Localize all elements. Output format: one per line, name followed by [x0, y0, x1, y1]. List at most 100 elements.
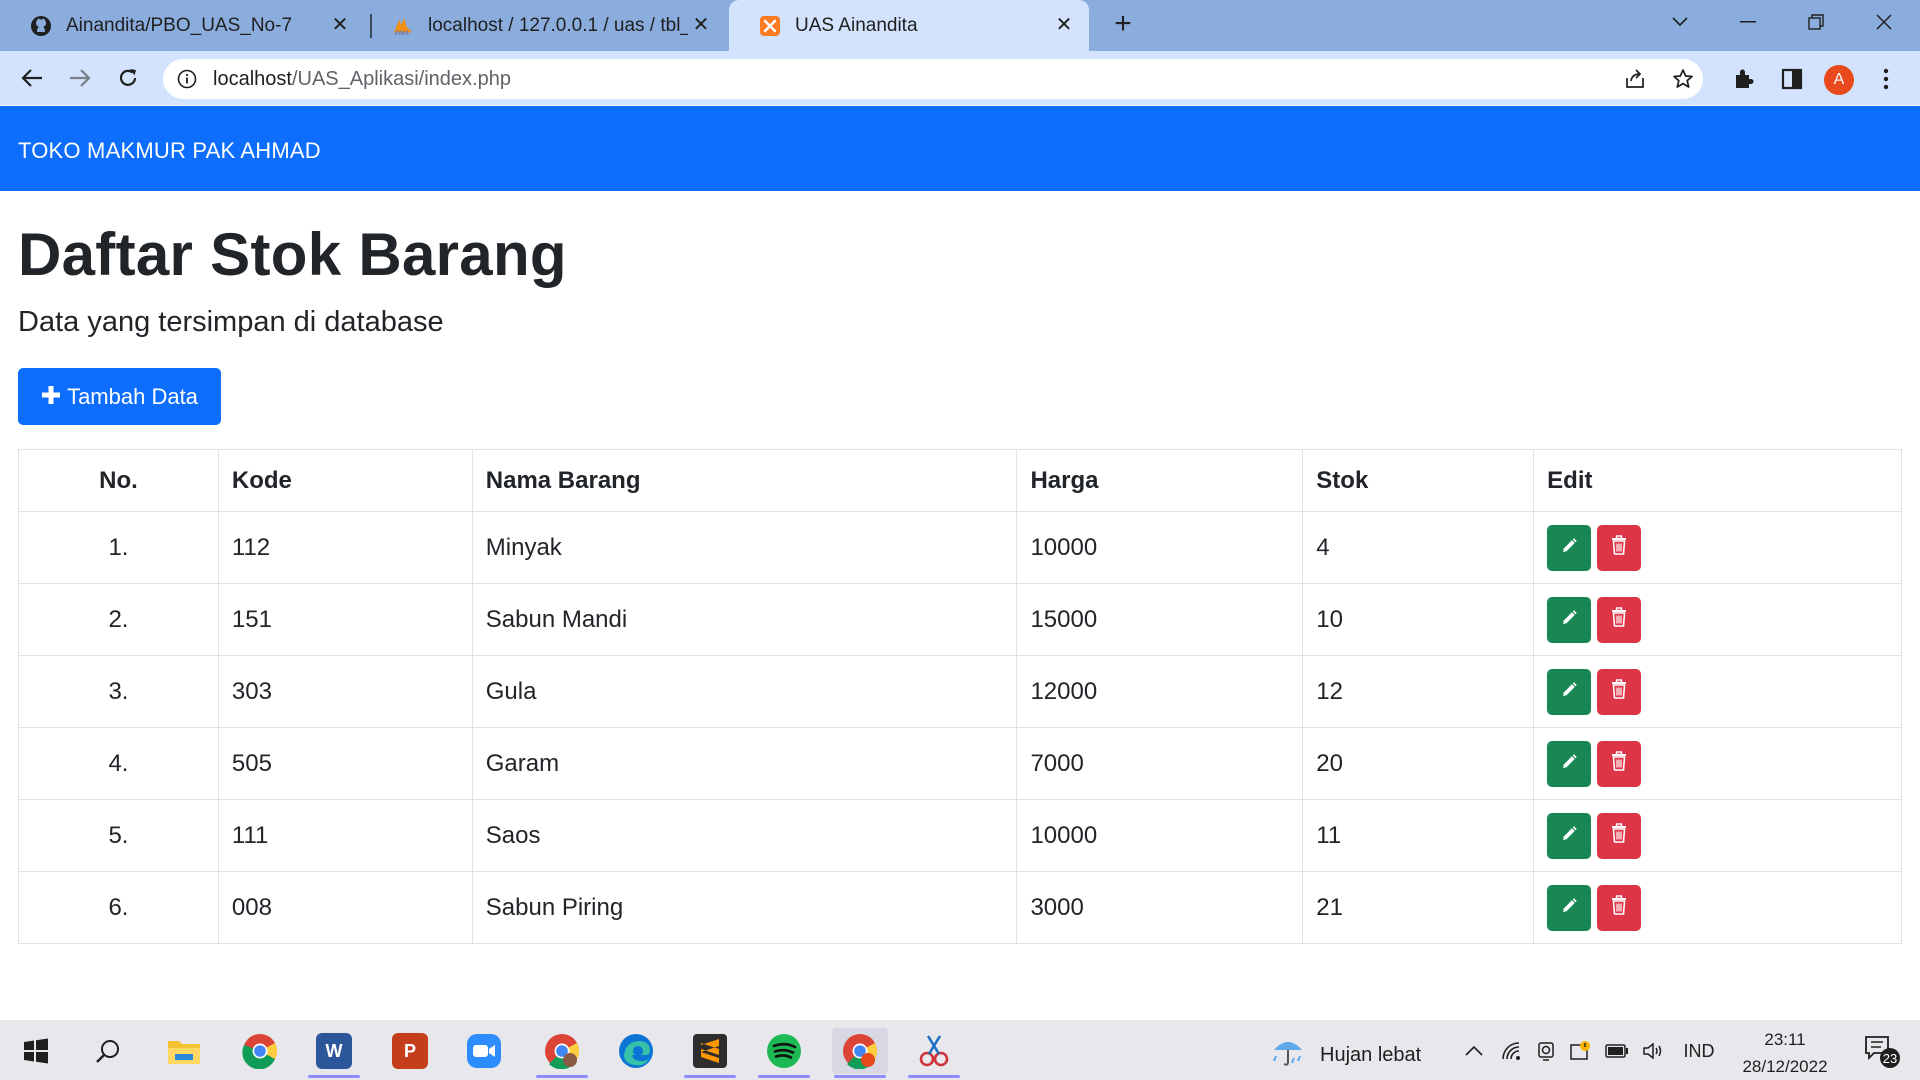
delete-button[interactable] [1597, 524, 1642, 571]
delete-button[interactable] [1597, 884, 1642, 931]
bookmark-star-icon[interactable] [1669, 67, 1697, 91]
close-icon[interactable]: ✕ [1053, 14, 1075, 36]
site-info-icon[interactable] [177, 69, 197, 89]
edit-button[interactable] [1547, 812, 1592, 859]
tab-github[interactable]: Ainandita/PBO_UAS_No-7 ✕ [0, 0, 365, 51]
url-path: /UAS_Aplikasi/index.php [291, 68, 511, 90]
running-indicator [834, 1075, 886, 1078]
cell-kode: 151 [217, 583, 473, 656]
cell-kode: 112 [217, 511, 473, 584]
side-panel-icon[interactable] [1778, 65, 1806, 93]
navbar-brand[interactable]: TOKO MAKMUR PAK AHMAD [18, 138, 321, 164]
chevron-up-icon[interactable] [1462, 1038, 1486, 1064]
close-icon[interactable]: ✕ [329, 14, 351, 36]
url-host: localhost [213, 68, 292, 90]
header-harga: Harga [1016, 449, 1304, 512]
weather-text: Hujan lebat [1320, 1043, 1422, 1066]
edit-button[interactable] [1547, 668, 1592, 715]
table-row: 3. 303 Gula 12000 12 [18, 655, 1902, 728]
input-language[interactable]: IND [1678, 1038, 1720, 1064]
snipping-tool-icon[interactable] [906, 1028, 962, 1078]
tab-search-icon[interactable] [1646, 0, 1714, 44]
cell-edit [1533, 583, 1902, 656]
delete-button[interactable] [1597, 812, 1642, 859]
search-icon[interactable] [80, 1028, 136, 1074]
edit-button[interactable] [1547, 524, 1592, 571]
cell-stok: 20 [1302, 727, 1535, 800]
system-clock[interactable]: 23:11 28/12/2022 [1730, 1026, 1840, 1080]
pencil-icon [1560, 894, 1578, 922]
wifi-icon[interactable] [1500, 1038, 1524, 1064]
cell-stok: 21 [1302, 871, 1535, 944]
edit-button[interactable] [1547, 884, 1592, 931]
running-indicator [684, 1075, 736, 1078]
cell-harga: 10000 [1016, 799, 1304, 872]
extensions-icon[interactable] [1730, 65, 1758, 93]
edit-button[interactable] [1547, 740, 1592, 787]
notification-count: 23 [1883, 1051, 1897, 1066]
cell-kode: 111 [217, 799, 473, 872]
trash-icon [1610, 822, 1628, 850]
delete-button[interactable] [1597, 668, 1642, 715]
word-icon[interactable]: W [306, 1028, 362, 1078]
cell-harga: 3000 [1016, 871, 1304, 944]
cell-kode: 505 [217, 727, 473, 800]
pencil-icon [1560, 606, 1578, 634]
volume-icon[interactable] [1640, 1038, 1666, 1064]
windows-start-icon[interactable] [8, 1028, 64, 1074]
cell-no: 6. [18, 871, 219, 944]
chrome-icon[interactable] [232, 1028, 288, 1074]
tab-phpmyadmin[interactable]: PMA localhost / 127.0.0.1 / uas / tbl_b … [362, 0, 726, 51]
chrome-profile-icon[interactable] [534, 1028, 590, 1078]
cell-no: 2. [18, 583, 219, 656]
delete-button[interactable] [1597, 740, 1642, 787]
restore-button[interactable] [1782, 0, 1850, 44]
table-row: 4. 505 Garam 7000 20 [18, 727, 1902, 800]
battery-icon[interactable] [1604, 1038, 1630, 1064]
cell-stok: 10 [1302, 583, 1535, 656]
cell-harga: 10000 [1016, 511, 1304, 584]
table-row: 1. 112 Minyak 10000 4 [18, 511, 1902, 584]
delete-button[interactable] [1597, 596, 1642, 643]
word-app-tile: W [316, 1033, 352, 1069]
trash-icon [1610, 606, 1628, 634]
tab-title: UAS Ainandita [795, 14, 918, 36]
powerpoint-icon[interactable]: P [382, 1028, 438, 1074]
profile-avatar[interactable]: A [1824, 65, 1854, 95]
notification-center-icon[interactable]: 23 [1862, 1034, 1902, 1070]
reload-button[interactable] [112, 62, 144, 94]
file-explorer-icon[interactable] [156, 1028, 212, 1074]
cell-nama-barang: Sabun Piring [471, 871, 1018, 944]
edit-button[interactable] [1547, 596, 1592, 643]
spotify-icon[interactable] [756, 1028, 812, 1078]
header-nama-barang: Nama Barang [471, 449, 1018, 512]
new-tab-button[interactable]: + [1108, 9, 1138, 40]
back-button[interactable] [16, 62, 48, 94]
security-alert-icon[interactable] [1568, 1038, 1592, 1064]
tab-uas-ainandita[interactable]: UAS Ainandita ✕ [729, 0, 1089, 51]
add-data-label: Tambah Data [67, 383, 198, 409]
add-data-button[interactable]: Tambah Data [18, 368, 221, 425]
more-menu-icon[interactable] [1874, 65, 1898, 93]
weather-widget[interactable]: Hujan lebat [1270, 1036, 1421, 1074]
cell-edit [1533, 511, 1902, 584]
share-icon[interactable] [1621, 67, 1649, 91]
close-icon[interactable]: ✕ [690, 14, 712, 36]
edge-icon[interactable] [608, 1028, 664, 1074]
chrome-active-icon[interactable] [832, 1028, 888, 1078]
zoom-icon[interactable] [456, 1028, 512, 1074]
running-indicator [758, 1075, 810, 1078]
cell-nama-barang: Minyak [471, 511, 1018, 584]
cell-no: 5. [18, 799, 219, 872]
camera-icon[interactable] [1534, 1038, 1558, 1064]
forward-button[interactable] [64, 62, 96, 94]
cell-nama-barang: Saos [471, 799, 1018, 872]
address-bar[interactable]: localhost/UAS_Aplikasi/index.php [163, 59, 1703, 99]
minimize-button[interactable] [1714, 0, 1782, 44]
powerpoint-app-tile: P [392, 1033, 428, 1069]
sublime-text-icon[interactable] [682, 1028, 738, 1078]
url-text: localhost/UAS_Aplikasi/index.php [213, 68, 511, 91]
svg-text:PMA: PMA [395, 30, 410, 37]
close-window-button[interactable] [1850, 0, 1918, 44]
rain-umbrella-icon [1270, 1036, 1306, 1074]
